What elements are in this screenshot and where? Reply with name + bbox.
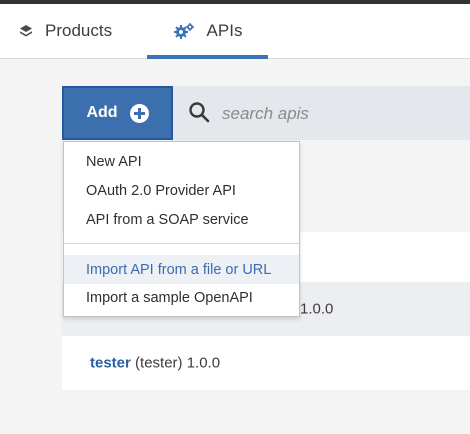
menu-item-import-sample-openapi[interactable]: Import a sample OpenAPI — [64, 284, 299, 312]
add-button[interactable]: Add — [62, 86, 173, 140]
gears-icon — [173, 22, 195, 40]
menu-item-soap-api[interactable]: API from a SOAP service — [64, 206, 299, 234]
api-row-title[interactable]: tester — [90, 355, 131, 372]
active-tab-indicator — [147, 55, 268, 59]
search-input[interactable] — [220, 96, 464, 132]
plus-circle-icon — [129, 103, 149, 123]
tab-products-label: Products — [45, 21, 113, 40]
api-list-row[interactable]: tester (tester) 1.0.0 — [62, 336, 470, 390]
api-toolbar: Add — [62, 86, 470, 140]
api-row-detail: (tester) 1.0.0 — [130, 354, 221, 372]
api-row-text: 1.0.0 — [300, 301, 333, 318]
add-button-label: Add — [86, 104, 118, 121]
tab-products[interactable]: Products — [19, 4, 112, 58]
menu-divider — [64, 243, 299, 244]
search-icon[interactable] — [188, 101, 210, 123]
menu-item-import-api[interactable]: Import API from a file or URL — [64, 255, 299, 284]
menu-item-new-api[interactable]: New API — [64, 148, 299, 176]
tab-bar: Products APIs — [0, 4, 470, 59]
api-row-detail: 1.0.0 — [300, 300, 334, 318]
add-menu: New API OAuth 2.0 Provider API API from … — [63, 141, 300, 317]
layers-icon — [19, 24, 33, 38]
tab-apis-label: APIs — [206, 21, 243, 40]
tab-apis[interactable]: APIs — [147, 4, 268, 59]
api-row-text: tester (tester) 1.0.0 — [90, 355, 220, 372]
menu-item-oauth-provider-api[interactable]: OAuth 2.0 Provider API — [64, 177, 299, 205]
